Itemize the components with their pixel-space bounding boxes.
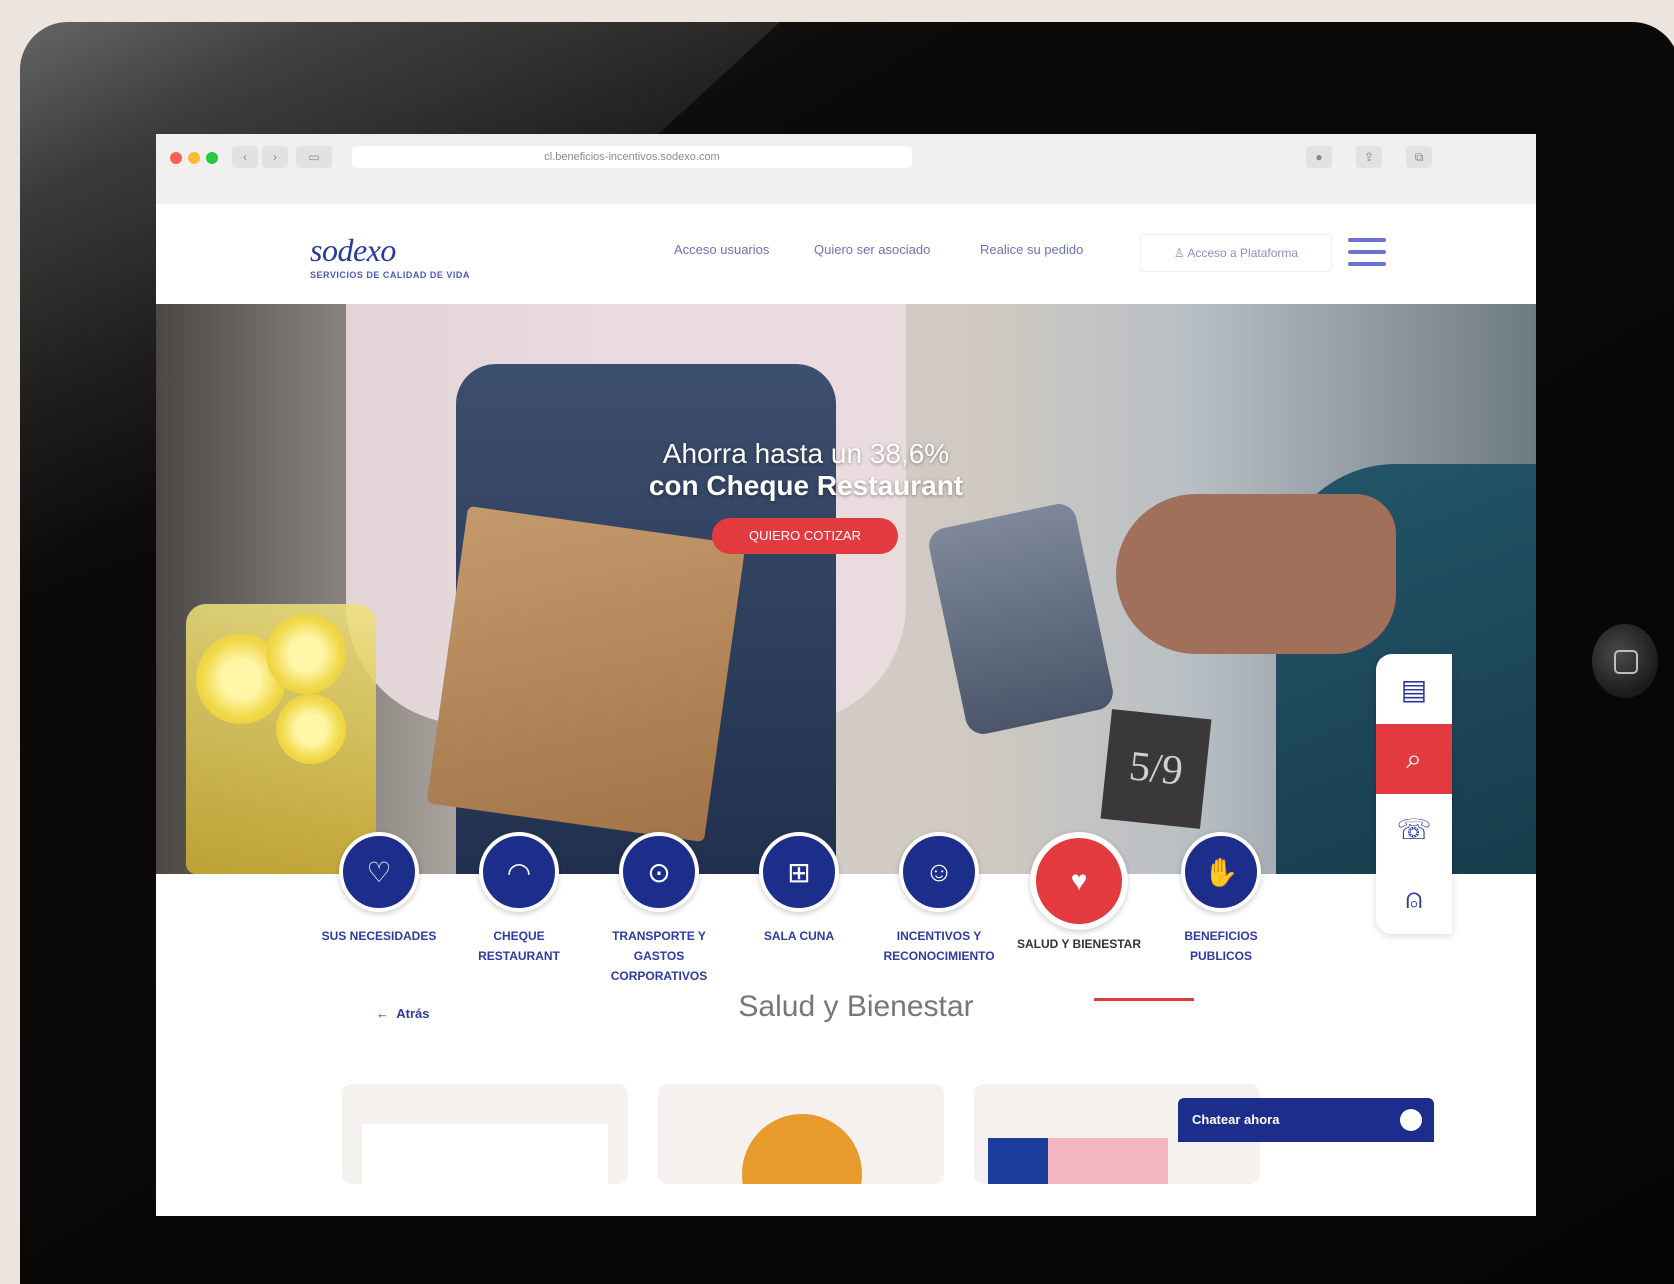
forward-nav-icon[interactable]: › — [262, 146, 288, 168]
nav-realice-su-pedido[interactable]: Realice su pedido — [980, 242, 1083, 257]
location-pin-icon: ⊙ — [619, 832, 699, 912]
logo-tagline: SERVICIOS DE CALIDAD DE VIDA — [310, 270, 470, 280]
gift-icon: ⊞ — [759, 832, 839, 912]
nav-acceso-usuarios[interactable]: Acceso usuarios — [674, 242, 769, 257]
platform-access-button[interactable]: ♙ Acceso a Plataforma — [1140, 234, 1332, 272]
category-transporte[interactable]: ⊙ TRANSPORTE Y GASTOS CORPORATIVOS — [594, 832, 724, 986]
lemon-slice — [276, 694, 346, 764]
back-label: Atrás — [396, 1006, 430, 1021]
nav-quiero-ser-asociado[interactable]: Quiero ser asociado — [814, 242, 930, 257]
phone-icon[interactable]: ☏ — [1376, 794, 1452, 864]
search-icon[interactable]: ⌕ — [1376, 724, 1452, 794]
heart-icon: ♡ — [339, 832, 419, 912]
hero-subheadline: con Cheque Restaurant — [648, 470, 964, 501]
card-image — [988, 1138, 1048, 1184]
category-label: CHEQUE RESTAURANT — [478, 929, 560, 963]
hero-photo-paper-bag — [426, 505, 746, 843]
active-category-underline — [1094, 998, 1194, 1001]
card-image — [1048, 1138, 1168, 1184]
category-beneficios-publicos[interactable]: ✋ BENEFICIOS PUBLICOS — [1156, 832, 1286, 966]
category-label: SUS NECESIDADES — [321, 929, 437, 943]
theater-masks-icon: ☺ — [899, 832, 979, 912]
category-label: INCENTIVOS Y RECONOCIMIENTO — [883, 929, 995, 963]
calculator-icon[interactable]: ▤ — [1376, 654, 1452, 724]
chat-bubble-icon — [1400, 1109, 1422, 1131]
product-card[interactable] — [342, 1084, 628, 1184]
quiero-cotizar-button[interactable]: QUIERO COTIZAR — [712, 518, 898, 554]
category-label: SALA CUNA — [763, 929, 835, 943]
category-label: TRANSPORTE Y GASTOS CORPORATIVOS — [610, 929, 708, 983]
section-title: Salud y Bienestar — [738, 990, 974, 1023]
handshake-icon: ✋ — [1181, 832, 1261, 912]
heart-pulse-icon: ♥ — [1030, 832, 1128, 930]
hero-headline: Ahorra hasta un 38,6% — [662, 438, 950, 469]
tabs-icon[interactable]: ⧉ — [1406, 146, 1432, 168]
hero-photo-sign: 5/9 — [1100, 709, 1212, 829]
tablet-frame: ‹ › ▭ cl.beneficios-incentivos.sodexo.co… — [20, 22, 1674, 1284]
category-salud-y-bienestar[interactable]: ♥ SALUD Y BIENESTAR — [1014, 832, 1144, 954]
cloche-icon: ◠ — [479, 832, 559, 912]
chat-widget[interactable]: Chatear ahora — [1178, 1098, 1434, 1142]
product-card[interactable] — [658, 1084, 944, 1184]
chat-label: Chatear ahora — [1192, 1112, 1280, 1127]
back-nav-icon[interactable]: ‹ — [232, 146, 258, 168]
download-icon[interactable]: ● — [1306, 146, 1332, 168]
tablet-home-button[interactable] — [1592, 624, 1658, 698]
category-label: BENEFICIOS PUBLICOS — [1184, 929, 1258, 963]
minimize-window-icon[interactable] — [188, 152, 200, 164]
lemon-slice — [266, 614, 346, 694]
back-link[interactable]: ← Atrás — [376, 1006, 429, 1021]
sodexo-logo[interactable]: sodexo — [310, 232, 396, 269]
arrow-left-icon: ← — [376, 1006, 397, 1021]
share-icon[interactable]: ⇪ — [1356, 146, 1382, 168]
platform-access-label: Acceso a Plataforma — [1187, 246, 1299, 260]
screen: ‹ › ▭ cl.beneficios-incentivos.sodexo.co… — [156, 134, 1536, 1216]
card-image — [742, 1114, 862, 1184]
category-label: SALUD Y BIENESTAR — [1016, 937, 1142, 951]
close-window-icon[interactable] — [170, 152, 182, 164]
category-sala-cuna[interactable]: ⊞ SALA CUNA — [734, 832, 864, 946]
category-cheque-restaurant[interactable]: ◠ CHEQUE RESTAURANT — [454, 832, 584, 966]
site-header: sodexo SERVICIOS DE CALIDAD DE VIDA Acce… — [156, 204, 1536, 304]
hero-banner: 5/9 Ahorra hasta un 38,6% con Cheque Res… — [156, 304, 1536, 874]
category-incentivos[interactable]: ☺ INCENTIVOS Y RECONOCIMIENTO — [874, 832, 1004, 966]
sidebar-toggle-icon[interactable]: ▭ — [296, 146, 332, 168]
category-sus-necesidades[interactable]: ♡ SUS NECESIDADES — [314, 832, 444, 946]
hero-photo-card-terminal — [925, 500, 1117, 738]
address-bar[interactable]: cl.beneficios-incentivos.sodexo.com — [352, 146, 912, 168]
hamburger-menu-icon[interactable] — [1348, 238, 1386, 268]
hero-photo-hand — [1116, 494, 1396, 654]
card-image — [362, 1124, 608, 1184]
user-icon: ♙ — [1173, 246, 1188, 260]
browser-chrome: ‹ › ▭ cl.beneficios-incentivos.sodexo.co… — [156, 134, 1536, 205]
maximize-window-icon[interactable] — [206, 152, 218, 164]
